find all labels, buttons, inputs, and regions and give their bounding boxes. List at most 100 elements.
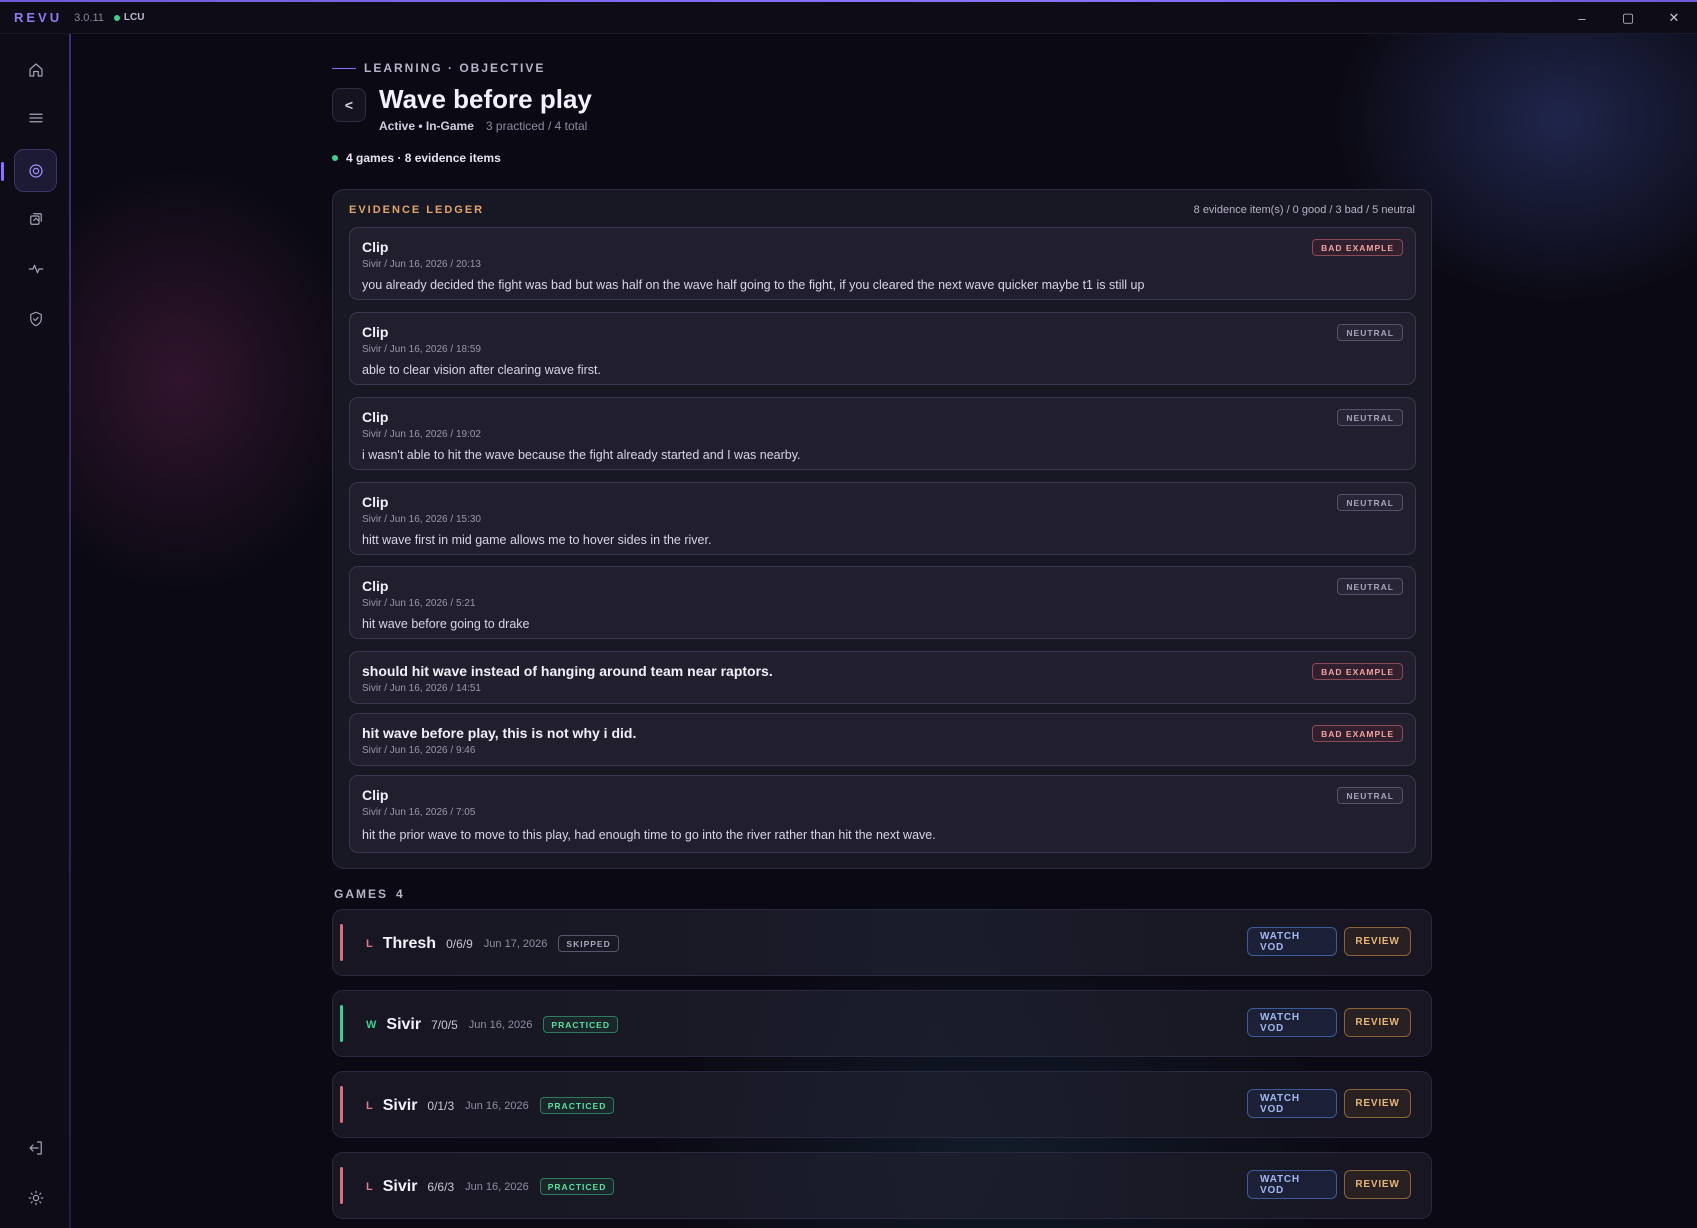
result-bar <box>340 1167 343 1204</box>
sidebar-item-shield[interactable] <box>14 297 57 340</box>
evidence-badge: NEUTRAL <box>1337 409 1403 426</box>
evidence-item[interactable]: Clip Sivir / Jun 16, 2026 / 18:59 able t… <box>349 312 1416 385</box>
review-button[interactable]: REVIEW <box>1344 1170 1411 1199</box>
page-title: Wave before play <box>379 84 592 114</box>
game-result: L <box>366 1180 373 1193</box>
game-info: L Thresh 0/6/9 Jun 17, 2026 SKIPPED <box>366 910 619 977</box>
evidence-text: able to clear vision after clearing wave… <box>362 363 601 377</box>
review-button[interactable]: REVIEW <box>1344 927 1411 956</box>
evidence-badge: NEUTRAL <box>1337 324 1403 341</box>
copy-icon <box>29 212 42 225</box>
summary-dot-icon <box>332 155 338 161</box>
evidence-badge: BAD EXAMPLE <box>1312 663 1403 680</box>
sidebar <box>0 34 71 1228</box>
game-kda: 7/0/5 <box>431 1017 458 1032</box>
objective-summary: 4 games · 8 evidence items <box>332 151 501 165</box>
app-brand: REVU <box>14 10 63 25</box>
game-actions: WATCH VOD REVIEW <box>1247 927 1411 956</box>
watch-vod-button[interactable]: WATCH VOD <box>1247 1008 1337 1037</box>
settings-button[interactable] <box>14 1176 57 1219</box>
logout-button[interactable] <box>14 1126 57 1169</box>
sidebar-item-list[interactable] <box>14 96 57 139</box>
sidebar-item-activity[interactable] <box>14 247 57 290</box>
watch-vod-button[interactable]: WATCH VOD <box>1247 1170 1337 1199</box>
maximize-button[interactable]: ▢ <box>1605 2 1651 34</box>
evidence-ledger: EVIDENCE LEDGER 8 evidence item(s) / 0 g… <box>332 189 1432 869</box>
title-bar: REVU 3.0.11 LCU – ▢ ✕ <box>0 2 1697 34</box>
result-bar <box>340 1005 343 1042</box>
evidence-meta: Sivir / Jun 16, 2026 / 19:02 <box>362 429 481 440</box>
evidence-title: Clip <box>362 578 389 594</box>
practice-count: 3 practiced / 4 total <box>485 119 588 133</box>
games-label: GAMES <box>334 887 389 901</box>
evidence-meta: Sivir / Jun 16, 2026 / 14:51 <box>362 683 481 694</box>
evidence-item[interactable]: hit wave before play, this is not why i … <box>349 713 1416 766</box>
game-row[interactable]: L Thresh 0/6/9 Jun 17, 2026 SKIPPED WATC… <box>332 909 1432 976</box>
evidence-title: should hit wave instead of hanging aroun… <box>362 663 773 679</box>
game-kda: 0/6/9 <box>446 936 473 951</box>
evidence-title: hit wave before play, this is not why i … <box>362 725 637 741</box>
evidence-badge: BAD EXAMPLE <box>1312 725 1403 742</box>
evidence-meta: Sivir / Jun 16, 2026 / 9:46 <box>362 745 476 756</box>
sidebar-item-home[interactable] <box>14 48 57 91</box>
connection-label: LCU <box>123 12 145 23</box>
breadcrumb: LEARNING · OBJECTIVE <box>332 61 545 75</box>
game-status-badge: PRACTICED <box>543 1016 618 1033</box>
evidence-meta: Sivir / Jun 16, 2026 / 5:21 <box>362 598 476 609</box>
home-icon <box>28 62 43 77</box>
app-version: 3.0.11 <box>74 11 104 24</box>
game-date: Jun 16, 2026 <box>468 1018 533 1031</box>
game-row[interactable]: L Sivir 6/6/3 Jun 16, 2026 PRACTICED WAT… <box>332 1152 1432 1219</box>
connection-status: LCU <box>113 12 145 23</box>
watch-vod-button[interactable]: WATCH VOD <box>1247 927 1337 956</box>
game-info: L Sivir 0/1/3 Jun 16, 2026 PRACTICED <box>366 1072 615 1139</box>
ledger-header: EVIDENCE LEDGER 8 evidence item(s) / 0 g… <box>349 204 1415 216</box>
games-header: GAMES 4 <box>334 887 405 901</box>
evidence-meta: Sivir / Jun 16, 2026 / 15:30 <box>362 514 481 525</box>
evidence-text: you already decided the fight was bad bu… <box>362 278 1145 292</box>
evidence-item[interactable]: Clip Sivir / Jun 16, 2026 / 19:02 i wasn… <box>349 397 1416 470</box>
evidence-item[interactable]: Clip Sivir / Jun 16, 2026 / 20:13 you al… <box>349 227 1416 300</box>
games-count: 4 <box>396 887 405 901</box>
game-kda: 6/6/3 <box>427 1179 455 1194</box>
watch-vod-button[interactable]: WATCH VOD <box>1247 1089 1337 1118</box>
objective-subline: Active • In-Game 3 practiced / 4 total <box>379 119 587 133</box>
sidebar-item-objectives[interactable] <box>1 149 57 192</box>
minimize-button[interactable]: – <box>1559 2 1605 34</box>
evidence-item[interactable]: Clip Sivir / Jun 16, 2026 / 5:21 hit wav… <box>349 566 1416 639</box>
target-icon <box>28 163 43 178</box>
game-champion: Sivir <box>382 1096 418 1114</box>
evidence-badge: NEUTRAL <box>1337 787 1403 804</box>
evidence-item[interactable]: Clip Sivir / Jun 16, 2026 / 7:05 hit the… <box>349 775 1416 853</box>
window-controls: – ▢ ✕ <box>1559 2 1697 34</box>
evidence-meta: Sivir / Jun 16, 2026 / 18:59 <box>362 344 481 355</box>
shield-icon <box>29 311 42 326</box>
objective-status: Active • In-Game <box>379 119 474 133</box>
ledger-title: EVIDENCE LEDGER <box>349 204 485 216</box>
game-date: Jun 16, 2026 <box>465 1180 529 1193</box>
pulse-icon <box>28 264 43 273</box>
evidence-title: Clip <box>362 494 389 510</box>
game-info: L Sivir 6/6/3 Jun 16, 2026 PRACTICED <box>366 1153 615 1220</box>
evidence-title: Clip <box>362 239 389 255</box>
evidence-title: Clip <box>362 409 389 425</box>
evidence-item[interactable]: should hit wave instead of hanging aroun… <box>349 651 1416 704</box>
game-result: W <box>366 1018 377 1031</box>
evidence-meta: Sivir / Jun 16, 2026 / 20:13 <box>362 259 481 270</box>
game-date: Jun 16, 2026 <box>465 1099 529 1112</box>
ledger-stats: 8 evidence item(s) / 0 good / 3 bad / 5 … <box>1193 204 1415 216</box>
evidence-item[interactable]: Clip Sivir / Jun 16, 2026 / 15:30 hitt w… <box>349 482 1416 555</box>
evidence-meta: Sivir / Jun 16, 2026 / 7:05 <box>362 807 476 818</box>
game-kda: 0/1/3 <box>427 1098 455 1113</box>
review-button[interactable]: REVIEW <box>1344 1089 1411 1118</box>
back-button[interactable]: < <box>332 88 366 122</box>
close-button[interactable]: ✕ <box>1651 2 1697 34</box>
game-actions: WATCH VOD REVIEW <box>1247 1089 1411 1118</box>
sidebar-item-library[interactable] <box>14 197 57 240</box>
evidence-text: i wasn't able to hit the wave because th… <box>362 448 801 462</box>
eyebrow-label: LEARNING · OBJECTIVE <box>364 61 546 75</box>
game-row[interactable]: W Sivir 7/0/5 Jun 16, 2026 PRACTICED WAT… <box>332 990 1432 1057</box>
review-button[interactable]: REVIEW <box>1344 1008 1411 1037</box>
game-row[interactable]: L Sivir 0/1/3 Jun 16, 2026 PRACTICED WAT… <box>332 1071 1432 1138</box>
logout-icon <box>28 1140 42 1155</box>
